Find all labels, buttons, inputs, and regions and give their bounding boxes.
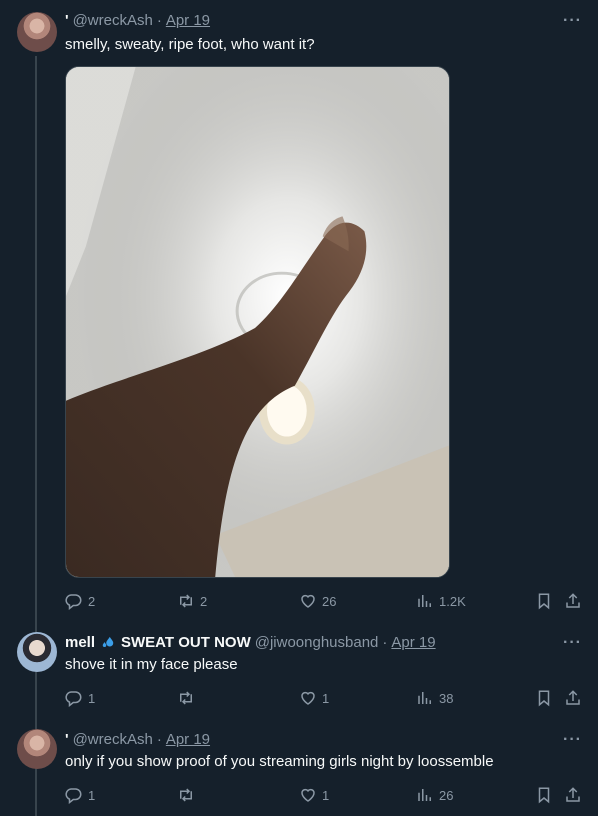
user-handle[interactable]: @wreckAsh xyxy=(73,12,153,29)
tweet-header: mell SWEAT OUT NOW @jiwoonghusband · Apr… xyxy=(65,634,436,651)
user-handle[interactable]: @wreckAsh xyxy=(73,731,153,748)
separator: · xyxy=(156,12,162,29)
share-button[interactable] xyxy=(564,592,582,610)
tweet-text: only if you show proof of you streaming … xyxy=(65,753,494,770)
display-name[interactable]: ' xyxy=(65,12,69,29)
like-icon xyxy=(301,594,315,608)
views-button[interactable]: 26 xyxy=(416,786,453,804)
views-count: 1.2K xyxy=(439,593,466,609)
tweet-date[interactable]: Apr 19 xyxy=(391,634,435,651)
display-name[interactable]: ' xyxy=(65,731,69,748)
more-options-icon[interactable]: ··· xyxy=(563,731,582,749)
views-button[interactable]: 1.2K xyxy=(416,592,466,610)
bookmark-button[interactable] xyxy=(535,592,553,610)
like-icon xyxy=(301,691,315,705)
retweet-button[interactable]: 2 xyxy=(177,592,207,610)
tweet-date[interactable]: Apr 19 xyxy=(166,731,210,748)
tweet-text: smelly, sweaty, ripe foot, who want it? xyxy=(65,36,315,53)
share-icon xyxy=(566,787,580,802)
share-button[interactable] xyxy=(564,786,582,804)
bookmark-button[interactable] xyxy=(535,689,553,707)
retweet-icon xyxy=(180,691,192,705)
reply-count: 2 xyxy=(88,593,96,609)
views-icon xyxy=(418,789,431,801)
avatar[interactable] xyxy=(17,632,57,672)
views-count: 38 xyxy=(439,690,454,706)
user-handle[interactable]: @jiwoonghusband xyxy=(255,634,379,651)
display-name[interactable]: mell xyxy=(65,634,95,651)
tweet-text: shove it in my face please xyxy=(65,656,238,673)
like-count: 1 xyxy=(322,690,330,706)
like-count: 1 xyxy=(322,787,330,803)
retweet-button[interactable] xyxy=(177,786,200,804)
avatar[interactable] xyxy=(17,12,57,52)
reply-icon xyxy=(65,691,82,707)
views-button[interactable]: 38 xyxy=(416,689,453,707)
more-options-icon[interactable]: ··· xyxy=(563,12,582,30)
bookmark-icon xyxy=(538,787,550,804)
like-button[interactable]: 26 xyxy=(299,592,336,610)
like-button[interactable]: 1 xyxy=(299,786,329,804)
more-options-icon[interactable]: ··· xyxy=(563,634,582,652)
bookmark-button[interactable] xyxy=(535,786,553,804)
reply-count: 1 xyxy=(88,690,96,706)
views-icon xyxy=(418,692,431,704)
tweet-header: ' @wreckAsh · Apr 19 xyxy=(65,731,210,748)
sweat-drops-icon xyxy=(102,636,114,647)
views-icon xyxy=(418,595,431,607)
like-icon xyxy=(301,788,315,802)
reply-icon xyxy=(65,594,82,610)
bookmark-icon xyxy=(538,690,550,707)
display-name-suffix[interactable]: SWEAT OUT NOW xyxy=(121,634,251,651)
avatar[interactable] xyxy=(17,729,57,769)
separator: · xyxy=(382,634,388,651)
share-icon xyxy=(566,593,580,608)
like-count: 26 xyxy=(322,593,337,609)
thread-line xyxy=(35,56,37,816)
share-button[interactable] xyxy=(564,689,582,707)
tweet-actions: 1 1 38 xyxy=(65,689,585,709)
reply-button[interactable]: 1 xyxy=(65,786,95,804)
bookmark-icon xyxy=(538,593,550,610)
tweet-actions: 1 1 26 xyxy=(65,786,585,806)
foot-photo xyxy=(66,67,449,577)
views-count: 26 xyxy=(439,787,454,803)
reply-icon xyxy=(65,788,82,804)
retweet-count: 2 xyxy=(200,593,208,609)
retweet-icon xyxy=(180,788,192,802)
tweet-image[interactable] xyxy=(65,66,450,578)
separator: · xyxy=(156,731,162,748)
retweet-button[interactable] xyxy=(177,689,200,707)
share-icon xyxy=(566,690,580,705)
reply-count: 1 xyxy=(88,787,96,803)
reply-button[interactable]: 1 xyxy=(65,689,95,707)
retweet-icon xyxy=(180,594,192,608)
like-button[interactable]: 1 xyxy=(299,689,329,707)
tweet-date[interactable]: Apr 19 xyxy=(166,12,210,29)
reply-button[interactable]: 2 xyxy=(65,592,95,610)
tweet-actions: 2 2 26 1.2K xyxy=(65,592,585,612)
tweet-header: ' @wreckAsh · Apr 19 xyxy=(65,12,210,29)
